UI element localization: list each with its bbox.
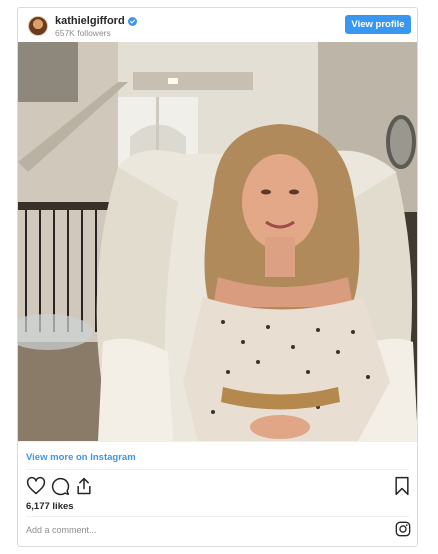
divider — [26, 469, 409, 470]
divider — [26, 516, 409, 517]
action-bar — [24, 476, 414, 496]
username[interactable]: kathielgifford — [55, 15, 125, 27]
add-comment-input[interactable]: Add a comment... — [26, 525, 97, 535]
follower-count: 657K followers — [55, 28, 111, 38]
heart-icon[interactable] — [26, 476, 46, 496]
bookmark-icon[interactable] — [392, 476, 412, 496]
view-more-link[interactable]: View more on Instagram — [26, 452, 136, 463]
likes-count[interactable]: 6,177 likes — [26, 501, 74, 512]
verified-badge-icon — [127, 16, 137, 26]
post-header: kathielgifford 657K followers View profi… — [18, 8, 417, 42]
post-photo[interactable] — [18, 42, 417, 441]
instagram-icon[interactable] — [395, 521, 411, 537]
avatar[interactable] — [28, 16, 48, 36]
username-row[interactable]: kathielgifford — [55, 15, 137, 27]
post-image — [18, 42, 417, 441]
divider — [18, 441, 417, 442]
share-icon[interactable] — [74, 476, 94, 496]
comment-icon[interactable] — [50, 476, 70, 496]
instagram-embed-card: kathielgifford 657K followers View profi… — [17, 7, 418, 547]
view-profile-button[interactable]: View profile — [345, 15, 411, 34]
